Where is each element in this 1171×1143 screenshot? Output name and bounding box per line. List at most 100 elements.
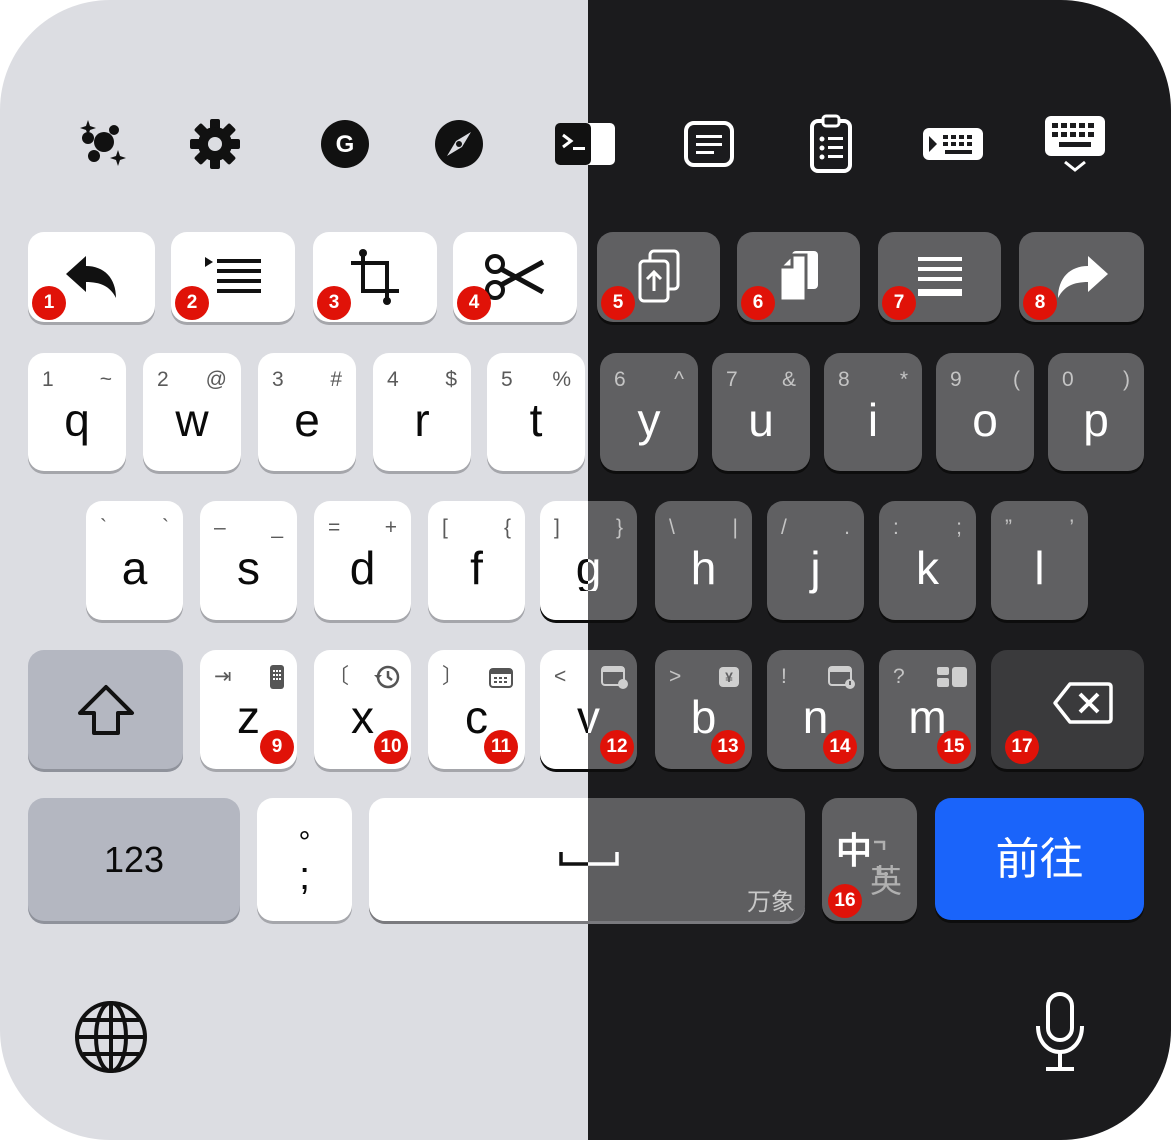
globe-button[interactable]	[72, 998, 150, 1076]
scissors-icon	[485, 254, 545, 300]
badge: 1	[32, 286, 66, 320]
key-symbol-right: {	[503, 516, 511, 539]
key-letter: p	[1083, 394, 1109, 446]
key-e[interactable]: 3 # e	[258, 353, 356, 471]
key-symbol: *	[899, 368, 908, 391]
badge: 12	[600, 730, 634, 764]
undo-key[interactable]: 1	[28, 232, 155, 322]
cut-key[interactable]: 4	[453, 232, 577, 322]
toolbar-hide-keyboard[interactable]	[1040, 112, 1110, 176]
key-letter: w	[175, 394, 209, 446]
key-o[interactable]: 9 (o	[936, 353, 1034, 471]
shift-arrow-icon	[77, 684, 134, 735]
key-d[interactable]: = + d	[314, 501, 411, 620]
select-all-key[interactable]: 7	[878, 232, 1001, 322]
key-t[interactable]: 5% t	[487, 353, 585, 471]
key-number: 5	[501, 368, 513, 391]
key-x[interactable]: 〔 x 10	[314, 650, 411, 769]
keyboard: G 1 2 3 4 5 6 7 8 1 ~ q 2 @ w 3 # e 4 $ …	[0, 0, 1171, 1140]
numbers-key[interactable]: 123	[28, 798, 240, 921]
language-switch-key[interactable]: 中 英 16	[822, 798, 917, 921]
key-symbol-left: =	[328, 516, 341, 539]
key-letter: s	[237, 542, 260, 594]
badge: 4	[457, 286, 491, 320]
key-n[interactable]: ! n 14	[767, 650, 864, 769]
key-g[interactable]: ]} g	[540, 501, 637, 620]
paste-key[interactable]: 5	[597, 232, 720, 322]
toolbar-settings[interactable]	[180, 112, 250, 176]
history-clock-icon	[374, 665, 400, 689]
backspace-key[interactable]: 17	[991, 650, 1144, 769]
key-symbol-left: <	[554, 665, 567, 688]
badge: 5	[601, 286, 635, 320]
calendar-grid-icon	[489, 668, 513, 688]
key-symbol-left: :	[893, 516, 899, 539]
semicolon-key[interactable]: ° ;	[257, 798, 352, 921]
layout-tiles-icon	[937, 667, 967, 687]
key-symbol: &	[781, 368, 796, 391]
key-a[interactable]: ` ` a	[86, 501, 183, 620]
key-f[interactable]: [ { f	[428, 501, 525, 620]
key-j[interactable]: /. j	[767, 501, 864, 620]
shift-key[interactable]	[28, 650, 183, 769]
key-k[interactable]: :; k	[879, 501, 976, 620]
key-letter: f	[470, 542, 483, 594]
badge: 13	[711, 730, 745, 764]
key-letter: t	[529, 394, 543, 446]
badge: 17	[1005, 730, 1039, 764]
key-symbol-left: [	[442, 516, 448, 539]
toolbar-grammar[interactable]: G	[310, 112, 380, 176]
semicolon-symbol: ;	[298, 854, 311, 898]
toolbar-compass[interactable]	[424, 112, 494, 176]
badge: 15	[937, 730, 971, 764]
key-symbol-right: ’	[1069, 516, 1074, 539]
crop-icon	[351, 249, 399, 305]
toolbar-sparkles[interactable]	[67, 112, 137, 176]
badge: 6	[741, 286, 775, 320]
key-u[interactable]: 7 & u	[712, 353, 810, 471]
yen-currency-icon: ¥	[719, 667, 739, 687]
key-p[interactable]: 0) p	[1048, 353, 1144, 471]
copy-key[interactable]: 6	[737, 232, 860, 322]
toolbar-keyboard-type[interactable]	[918, 112, 988, 176]
space-bar[interactable]: 万象	[369, 798, 805, 921]
svg-text:¥: ¥	[725, 669, 733, 685]
key-z[interactable]: ⇥ z 9	[200, 650, 297, 769]
key-h[interactable]: \ | h	[655, 501, 752, 620]
keyboard-type-icon	[923, 128, 983, 160]
badge: 3	[317, 286, 351, 320]
key-number: 8	[838, 368, 850, 391]
key-symbol-left: –	[214, 516, 226, 539]
go-key[interactable]: 前往	[935, 798, 1144, 920]
key-i[interactable]: 8 * i	[824, 353, 922, 471]
key-l[interactable]: ” ’ l	[991, 501, 1088, 620]
badge: 8	[1023, 286, 1057, 320]
indent-key[interactable]: 2	[171, 232, 295, 322]
key-b[interactable]: > ¥ b 13	[655, 650, 752, 769]
key-c[interactable]: 〕 c 11	[428, 650, 525, 769]
badge: 10	[374, 730, 408, 764]
badge: 14	[823, 730, 857, 764]
key-s[interactable]: – _ s	[200, 501, 297, 620]
grammar-g-icon: G	[321, 120, 369, 168]
globe-icon	[75, 1001, 147, 1073]
redo-key[interactable]: 8	[1019, 232, 1144, 322]
toolbar-note[interactable]	[674, 112, 744, 176]
select-crop-key[interactable]: 3	[313, 232, 437, 322]
key-letter: u	[748, 394, 774, 446]
key-q[interactable]: 1 ~ q	[28, 353, 126, 471]
key-letter: r	[414, 394, 430, 446]
key-symbol: ~	[99, 368, 112, 391]
microphone-button[interactable]	[1030, 990, 1090, 1074]
key-m[interactable]: ? m 15	[879, 650, 976, 769]
key-w[interactable]: 2 @ w	[143, 353, 241, 471]
backspace-icon	[1052, 681, 1113, 724]
key-letter: y	[637, 394, 661, 446]
toolbar-terminal[interactable]	[550, 112, 620, 176]
phone-keypad-icon	[270, 665, 284, 689]
key-r[interactable]: 4 $ r	[373, 353, 471, 471]
key-v[interactable]: < v 12	[540, 650, 637, 769]
key-number: 4	[387, 368, 399, 391]
key-y[interactable]: 6 ^ y	[600, 353, 698, 471]
toolbar-clipboard[interactable]	[796, 112, 866, 176]
